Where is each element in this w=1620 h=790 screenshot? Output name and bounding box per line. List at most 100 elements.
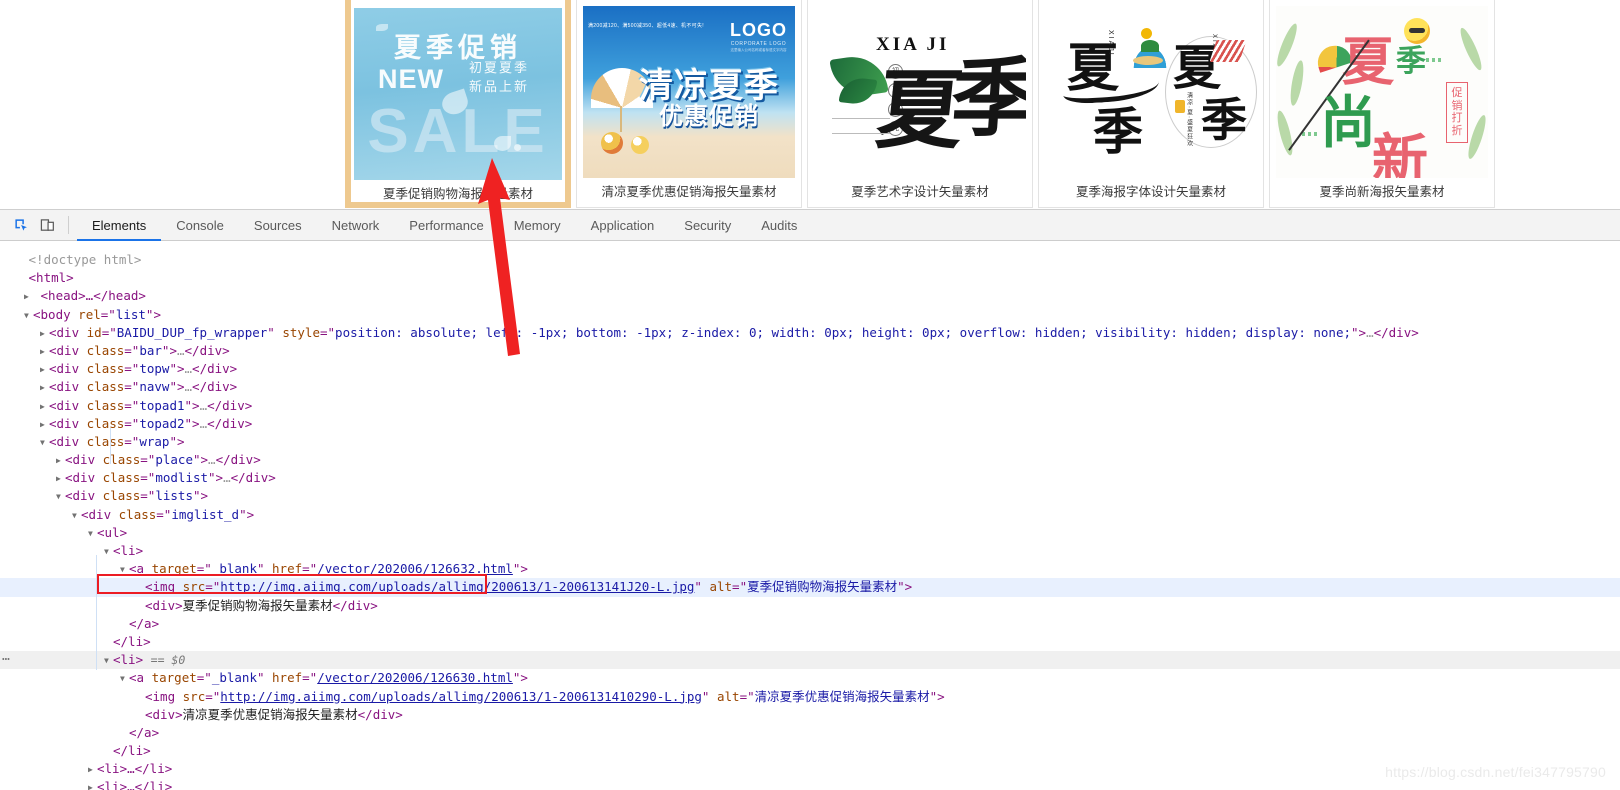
- li4-tag: <li>…</li>: [97, 779, 173, 790]
- poster-image-5[interactable]: 夏 季 尚 新 促销打折: [1276, 6, 1488, 178]
- device-toolbar-icon[interactable]: [34, 213, 60, 237]
- collapse-arrow-icon[interactable]: ▼: [72, 507, 81, 525]
- collapse-arrow-icon[interactable]: ▼: [104, 543, 113, 561]
- poster-image-2[interactable]: 满200减120、满500减350、超低4速、机不可失! LOGO CORPOR…: [583, 6, 795, 178]
- dom-row-div-lists[interactable]: ▼ <div class="lists">: [0, 487, 1620, 505]
- collapse-arrow-icon[interactable]: ▼: [120, 561, 129, 579]
- a2-close-tag: </a>: [129, 724, 160, 740]
- tab-memory[interactable]: Memory: [499, 210, 576, 241]
- expand-arrow-icon[interactable]: ▶: [40, 361, 49, 379]
- gallery-caption-2[interactable]: 清凉夏季优惠促销海报矢量素材: [601, 185, 776, 200]
- expand-arrow-icon[interactable]: ▶: [40, 398, 49, 416]
- a2-href-value[interactable]: /vector/202006/126630.html: [317, 670, 513, 685]
- dom-row-a-close-1[interactable]: ▶</a>: [0, 615, 1620, 633]
- tab-security[interactable]: Security: [669, 210, 746, 241]
- gallery-caption-3[interactable]: 夏季艺术字设计矢量素材: [851, 185, 989, 200]
- dom-row-baidu-wrapper[interactable]: ▶ <div id="BAIDU_DUP_fp_wrapper" style="p…: [0, 324, 1620, 342]
- tab-audits[interactable]: Audits: [746, 210, 812, 241]
- collapse-arrow-icon[interactable]: ▼: [56, 488, 65, 506]
- gallery-item-5[interactable]: 夏 季 尚 新 促销打折 夏季尚新海报矢量素材: [1269, 0, 1495, 208]
- tree-guide-2: [110, 428, 111, 464]
- dom-row-div-wrap[interactable]: ▼ <div class="wrap">: [0, 433, 1620, 451]
- dom-row-div-imglist[interactable]: ▼ <div class="imglist_d">: [0, 506, 1620, 524]
- div-navw-class: navw: [139, 379, 170, 395]
- tab-performance[interactable]: Performance: [394, 210, 498, 241]
- expand-arrow-icon[interactable]: ▶: [24, 288, 33, 306]
- collapse-arrow-icon[interactable]: ▼: [24, 307, 33, 325]
- dom-row-div-topw[interactable]: ▶ <div class="topw">…</div>: [0, 360, 1620, 378]
- poster-image-4[interactable]: 夏 XIAJI 季 夏 XIAJI 清凉·夏·盛夏狂欢 季: [1045, 6, 1257, 178]
- collapse-arrow-icon[interactable]: ▼: [88, 525, 97, 543]
- dom-row-li-3[interactable]: ▶ <li>…</li>: [0, 760, 1620, 778]
- dom-row-a-close-2[interactable]: ▶</a>: [0, 724, 1620, 742]
- dom-row-div-caption-1[interactable]: ▶<div>夏季促销购物海报矢量素材</div>: [0, 597, 1620, 615]
- poster2-logo-sub: CORPORATE LOGO: [730, 41, 787, 47]
- expand-arrow-icon[interactable]: ▶: [88, 761, 97, 779]
- gallery-caption-4[interactable]: 夏季海报字体设计矢量素材: [1076, 185, 1226, 200]
- inspect-element-icon[interactable]: [8, 213, 34, 237]
- gallery-item-1[interactable]: 夏季促销 NEW 初夏夏季 新品上新 SALE 夏季促销购物海报矢量素材: [345, 0, 571, 208]
- gallery-item-2[interactable]: 满200减120、满500减350、超低4速、机不可失! LOGO CORPOR…: [576, 0, 802, 208]
- div-lists-class: lists: [155, 488, 193, 504]
- dom-row-div-topad2[interactable]: ▶ <div class="topad2">…</div>: [0, 415, 1620, 433]
- img1-src-value[interactable]: http://img.aiimg.com/uploads/allimg/2006…: [220, 579, 694, 594]
- node-overflow-ellipsis[interactable]: …: [2, 648, 11, 666]
- dom-tree[interactable]: ▶ <!doctype html> ▶ <html> ▶ <head>…</he…: [0, 241, 1620, 790]
- expand-arrow-icon: ▶: [136, 707, 145, 725]
- expand-arrow-icon[interactable]: ▶: [56, 470, 65, 488]
- dom-row-div-navw[interactable]: ▶ <div class="navw">…</div>: [0, 378, 1620, 396]
- dom-row-li-1[interactable]: ▼ <li>: [0, 542, 1620, 560]
- poster2-tiny-text: 满200减120、满500减350、超低4速、机不可失!: [588, 23, 704, 29]
- expand-arrow-icon: ▶: [120, 616, 129, 634]
- dom-row-div-caption-2[interactable]: ▶<div>清凉夏季优惠促销海报矢量素材</div>: [0, 706, 1620, 724]
- dom-row-li-2[interactable]: … ▼ <li> == $0: [0, 648, 1620, 670]
- a1-href-value[interactable]: /vector/202006/126632.html: [317, 561, 513, 576]
- dom-row-img-1[interactable]: ▶<img src="http://img.aiimg.com/uploads/…: [0, 578, 1620, 597]
- poster4-right-note: 清凉·夏·盛夏狂欢: [1185, 92, 1192, 147]
- tab-network[interactable]: Network: [317, 210, 395, 241]
- tab-application[interactable]: Application: [576, 210, 670, 241]
- dom-row-li-close-1[interactable]: ▶</li>: [0, 633, 1620, 651]
- expand-arrow-icon[interactable]: ▶: [40, 416, 49, 434]
- img2-src-value[interactable]: http://img.aiimg.com/uploads/allimg/2006…: [220, 689, 702, 704]
- dom-row-html[interactable]: ▶ <html>: [0, 269, 1620, 287]
- dom-row-ul[interactable]: ▼ <ul>: [0, 524, 1620, 542]
- expand-arrow-icon[interactable]: ▶: [40, 379, 49, 397]
- decor-beachball-icon: [601, 132, 623, 154]
- dom-row-body[interactable]: ▼ <body rel="list">: [0, 306, 1620, 324]
- img2-alt-attr: alt: [716, 688, 740, 704]
- a1-href-attr: href: [272, 561, 303, 577]
- collapse-arrow-icon[interactable]: ▼: [40, 434, 49, 452]
- dom-row-div-topad1[interactable]: ▶ <div class="topad1">…</div>: [0, 397, 1620, 415]
- gallery-item-4[interactable]: 夏 XIAJI 季 夏 XIAJI 清凉·夏·盛夏狂欢 季 夏季海报字: [1038, 0, 1264, 208]
- dom-row-div-bar[interactable]: ▶ <div class="bar">…</div>: [0, 342, 1620, 360]
- dom-row-div-place[interactable]: ▶ <div class="place">…</div>: [0, 451, 1620, 469]
- toolbar-divider: [68, 216, 69, 234]
- gallery-caption-1[interactable]: 夏季促销购物海报矢量素材: [383, 187, 533, 202]
- div-topw-class: topw: [139, 361, 170, 377]
- gallery-caption-5[interactable]: 夏季尚新海报矢量素材: [1319, 185, 1444, 200]
- baidu-style-value: position: absolute; left: -1px; bottom: …: [335, 324, 1352, 340]
- poster-image-1[interactable]: 夏季促销 NEW 初夏夏季 新品上新 SALE: [354, 8, 562, 180]
- dom-row-div-modlist[interactable]: ▶ <div class="modlist">…</div>: [0, 469, 1620, 487]
- gallery-item-3[interactable]: XIA JI 初 夏 时 光 夏 季 夏季艺术字设计矢量素材: [807, 0, 1033, 208]
- tab-elements[interactable]: Elements: [77, 210, 162, 241]
- poster-image-3[interactable]: XIA JI 初 夏 时 光 夏 季: [814, 6, 1026, 178]
- dom-row-a-2[interactable]: ▼ <a target="_blank" href="/vector/202006…: [0, 669, 1620, 687]
- tab-sources[interactable]: Sources: [239, 210, 317, 241]
- collapse-arrow-icon[interactable]: ▼: [120, 670, 129, 688]
- expand-arrow-icon[interactable]: ▶: [88, 779, 97, 790]
- tab-console[interactable]: Console: [161, 210, 239, 241]
- dom-row-img-2[interactable]: ▶<img src="http://img.aiimg.com/uploads/…: [0, 688, 1620, 706]
- dom-row-doctype[interactable]: ▶ <!doctype html>: [0, 251, 1620, 269]
- dom-row-a-1[interactable]: ▼ <a target="_blank" href="/vector/202006…: [0, 560, 1620, 578]
- decor-fern-2: [1288, 59, 1306, 107]
- dom-row-li-close-2[interactable]: ▶</li>: [0, 742, 1620, 760]
- dom-row-li-4[interactable]: ▶ <li>…</li>: [0, 778, 1620, 790]
- expand-arrow-icon[interactable]: ▶: [56, 452, 65, 470]
- dom-row-head[interactable]: ▶ <head>…</head>: [0, 287, 1620, 305]
- expand-arrow-icon[interactable]: ▶: [40, 325, 49, 343]
- expand-arrow-icon[interactable]: ▶: [40, 343, 49, 361]
- a2-target-value: _blank: [211, 670, 257, 686]
- collapse-arrow-icon[interactable]: ▼: [104, 652, 113, 670]
